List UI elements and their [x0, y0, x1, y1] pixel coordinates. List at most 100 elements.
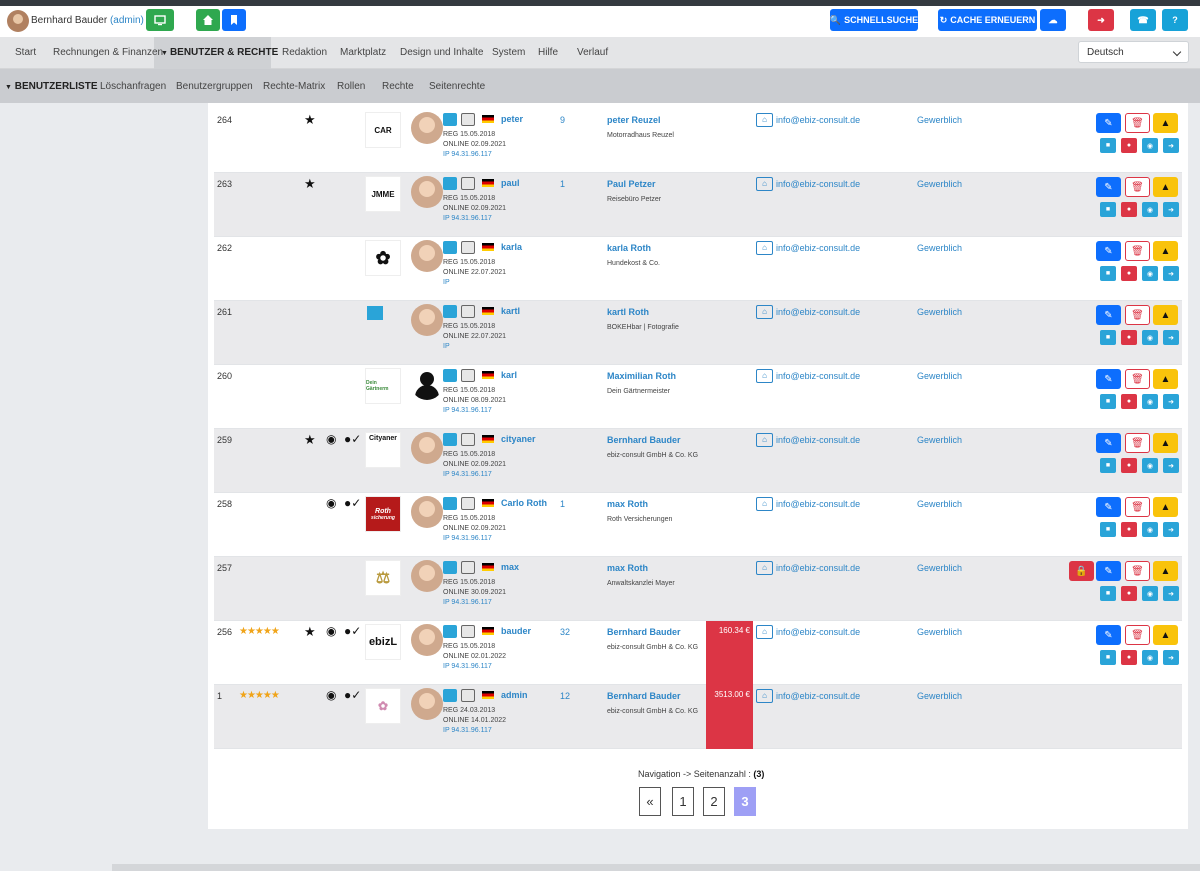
users-button[interactable]: ●: [1121, 586, 1137, 601]
delete-button[interactable]: 🗑: [1125, 369, 1150, 389]
info-icon[interactable]: [461, 369, 475, 382]
company-logo[interactable]: ✿: [365, 240, 401, 276]
username-link[interactable]: paul: [501, 178, 520, 188]
upgrade-button[interactable]: ▲: [1153, 625, 1178, 645]
logout-button[interactable]: ➜: [1088, 9, 1114, 31]
company-logo[interactable]: CAR: [365, 112, 401, 148]
email-link[interactable]: info@ebiz-consult.de: [776, 115, 860, 125]
cache-refresh-button[interactable]: ↻ CACHE ERNEUERN: [938, 9, 1037, 31]
count-link[interactable]: 32: [560, 627, 570, 637]
user-role[interactable]: (admin): [110, 15, 144, 26]
info-icon[interactable]: [461, 113, 475, 126]
info-icon[interactable]: [461, 561, 475, 574]
ip-address[interactable]: IP 94.31.96.117: [443, 406, 506, 416]
company-logo[interactable]: Dein Gärtnerm: [365, 368, 401, 404]
user-photo[interactable]: [411, 688, 443, 720]
login-as-button[interactable]: ➜: [1163, 586, 1179, 601]
location-button[interactable]: ◉: [1142, 138, 1158, 153]
email-link[interactable]: info@ebiz-consult.de: [776, 563, 860, 573]
users-button[interactable]: ●: [1121, 650, 1137, 665]
location-button[interactable]: ◉: [1142, 394, 1158, 409]
home-icon[interactable]: ⌂: [756, 305, 773, 319]
horizontal-scrollbar[interactable]: [112, 864, 1200, 871]
ip-address[interactable]: IP 94.31.96.117: [443, 214, 506, 224]
fullname-link[interactable]: max Roth: [607, 563, 648, 573]
fullname-link[interactable]: Maximilian Roth: [607, 371, 676, 381]
login-as-button[interactable]: ➜: [1163, 138, 1179, 153]
edit-button[interactable]: ✎: [1096, 625, 1121, 645]
email-link[interactable]: info@ebiz-consult.de: [776, 627, 860, 637]
ip-address[interactable]: IP: [443, 278, 506, 288]
count-link[interactable]: 1: [560, 179, 565, 189]
edit-button[interactable]: ✎: [1096, 113, 1121, 133]
home-icon[interactable]: ⌂: [756, 433, 773, 447]
users-button[interactable]: ●: [1121, 202, 1137, 217]
profile-icon[interactable]: [443, 113, 457, 126]
profile-icon[interactable]: [443, 369, 457, 382]
subnav-deletion-requests[interactable]: Löschanfragen: [100, 81, 166, 92]
user-photo[interactable]: [411, 624, 443, 656]
users-button[interactable]: ●: [1121, 394, 1137, 409]
home-icon[interactable]: ⌂: [756, 241, 773, 255]
account-type[interactable]: Gewerblich: [917, 563, 962, 573]
pager-page-2[interactable]: 2: [703, 787, 725, 816]
upgrade-button[interactable]: ▲: [1153, 305, 1178, 325]
delete-button[interactable]: 🗑: [1125, 497, 1150, 517]
email-link[interactable]: info@ebiz-consult.de: [776, 499, 860, 509]
account-type[interactable]: Gewerblich: [917, 115, 962, 125]
bookmark-button[interactable]: [222, 9, 246, 31]
edit-button[interactable]: ✎: [1096, 497, 1121, 517]
language-select[interactable]: Deutsch: [1078, 41, 1189, 63]
ip-address[interactable]: IP 94.31.96.117: [443, 598, 506, 608]
company-logo[interactable]: ⚖: [365, 560, 401, 596]
home-icon[interactable]: ⌂: [756, 497, 773, 511]
edit-button[interactable]: ✎: [1096, 369, 1121, 389]
users-button[interactable]: ●: [1121, 138, 1137, 153]
info-icon[interactable]: [461, 305, 475, 318]
document-button[interactable]: ■: [1100, 458, 1116, 473]
login-as-button[interactable]: ➜: [1163, 458, 1179, 473]
upgrade-button[interactable]: ▲: [1153, 561, 1178, 581]
nav-history[interactable]: Verlauf: [577, 47, 608, 58]
document-button[interactable]: ■: [1100, 330, 1116, 345]
edit-button[interactable]: ✎: [1096, 241, 1121, 261]
login-as-button[interactable]: ➜: [1163, 394, 1179, 409]
location-button[interactable]: ◉: [1142, 266, 1158, 281]
fullname-link[interactable]: max Roth: [607, 499, 648, 509]
nav-system[interactable]: System: [492, 47, 525, 58]
count-link[interactable]: 9: [560, 115, 565, 125]
info-icon[interactable]: [461, 433, 475, 446]
delete-button[interactable]: 🗑: [1125, 241, 1150, 261]
nav-start[interactable]: Start: [15, 47, 36, 58]
fullname-link[interactable]: Bernhard Bauder: [607, 435, 681, 445]
upgrade-button[interactable]: ▲: [1153, 177, 1178, 197]
ip-address[interactable]: IP 94.31.96.117: [443, 662, 506, 672]
location-button[interactable]: ◉: [1142, 458, 1158, 473]
info-icon[interactable]: [461, 241, 475, 254]
fullname-link[interactable]: kartl Roth: [607, 307, 649, 317]
profile-icon[interactable]: [443, 241, 457, 254]
upgrade-button[interactable]: ▲: [1153, 113, 1178, 133]
account-type[interactable]: Gewerblich: [917, 307, 962, 317]
account-type[interactable]: Gewerblich: [917, 179, 962, 189]
home-icon[interactable]: ⌂: [756, 561, 773, 575]
company-logo[interactable]: ✿: [365, 688, 401, 724]
pager-page-1[interactable]: 1: [672, 787, 694, 816]
username-link[interactable]: kartl: [501, 306, 520, 316]
email-link[interactable]: info@ebiz-consult.de: [776, 435, 860, 445]
account-type[interactable]: Gewerblich: [917, 435, 962, 445]
login-as-button[interactable]: ➜: [1163, 202, 1179, 217]
email-link[interactable]: info@ebiz-consult.de: [776, 307, 860, 317]
login-as-button[interactable]: ➜: [1163, 266, 1179, 281]
user-photo[interactable]: [411, 496, 443, 528]
desktop-button[interactable]: [146, 9, 174, 31]
help-button[interactable]: ?: [1162, 9, 1188, 31]
company-logo[interactable]: Cityaner: [365, 432, 401, 468]
user-photo[interactable]: [411, 432, 443, 464]
nav-help[interactable]: Hilfe: [538, 47, 558, 58]
info-icon[interactable]: [461, 689, 475, 702]
fullname-link[interactable]: karla Roth: [607, 243, 651, 253]
users-button[interactable]: ●: [1121, 522, 1137, 537]
ip-address[interactable]: IP 94.31.96.117: [443, 726, 506, 736]
profile-icon[interactable]: [443, 497, 457, 510]
